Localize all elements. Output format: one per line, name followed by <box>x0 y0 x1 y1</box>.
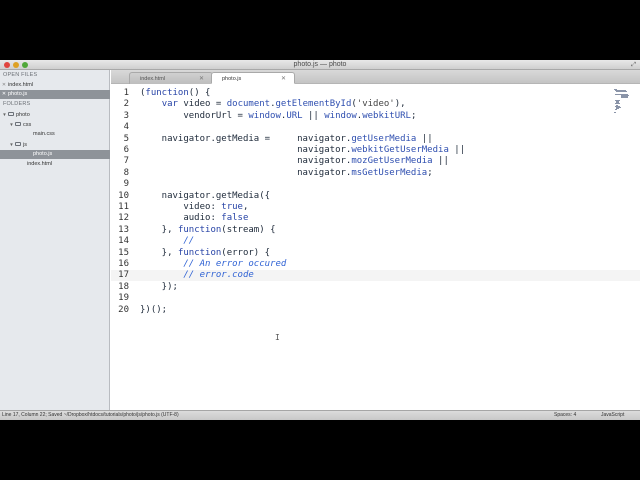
code-line[interactable]: }, function(stream) { <box>140 225 276 236</box>
minimap-line <box>615 109 617 111</box>
tab-bar: index.html ✕ photo.js ✕ <box>111 70 640 84</box>
tab-close-icon[interactable]: ✕ <box>199 73 204 85</box>
open-file-index-html[interactable]: ✕ index.html <box>0 81 110 90</box>
status-bar: Line 17, Column 22; Saved ~/Dropbox/htdo… <box>0 410 640 420</box>
code-line[interactable]: video: true, <box>140 202 248 213</box>
tree-file-photo-js[interactable]: photo.js <box>0 150 110 159</box>
line-number: 5 <box>123 133 129 144</box>
minimap-line <box>621 97 628 99</box>
line-number: 2 <box>123 99 129 110</box>
title-bar: photo.js — photo ⤢ <box>0 60 640 70</box>
tree-item-label: main.css <box>33 131 55 137</box>
tree-file-index-html[interactable]: index.html <box>0 160 110 169</box>
editor-window: photo.js — photo ⤢ OPEN FILES ✕ index.htm… <box>0 60 640 420</box>
line-number: 18 <box>118 281 129 292</box>
line-number: 3 <box>123 110 129 121</box>
open-file-label: index.html <box>8 82 34 88</box>
sidebar: OPEN FILES ✕ index.html ✕ photo.js FOLDERS… <box>0 70 110 410</box>
code-line[interactable]: }, function(error) { <box>140 248 270 259</box>
line-number: 16 <box>118 259 129 269</box>
line-number: 11 <box>118 202 129 212</box>
tree-file-main-css[interactable]: main.css <box>0 130 110 139</box>
tree-item-label: js <box>23 142 27 148</box>
close-file-icon[interactable]: ✕ <box>0 81 8 90</box>
code-line[interactable]: })(); <box>140 305 167 316</box>
tree-folder-js[interactable]: ▼ js <box>0 140 110 149</box>
tree-folder-photo[interactable]: ▼ photo <box>0 110 110 119</box>
code-line[interactable]: // error.code <box>140 270 253 281</box>
folder-icon <box>15 142 21 146</box>
line-number: 9 <box>123 179 129 190</box>
disclosure-triangle-icon[interactable]: ▼ <box>8 120 15 129</box>
line-number: 1 <box>123 88 129 98</box>
open-file-photo-js[interactable]: ✕ photo.js <box>0 90 110 99</box>
code-line[interactable]: }); <box>140 282 178 293</box>
line-number: 13 <box>118 224 129 235</box>
code-line[interactable]: var video = document.getElementById('vid… <box>140 99 406 110</box>
line-number: 19 <box>118 293 129 304</box>
open-file-label: photo.js <box>8 91 28 97</box>
minimap-line <box>614 111 616 113</box>
open-files-header: OPEN FILES <box>3 72 38 78</box>
code-line[interactable]: // <box>140 236 194 247</box>
tree-item-label: photo <box>16 112 30 118</box>
tab-label: photo.js <box>222 76 242 82</box>
tree-item-label: css <box>23 122 32 128</box>
code-line[interactable]: // An error occured <box>140 259 286 270</box>
tree-item-label: photo.js <box>33 151 53 157</box>
text-cursor-icon: I <box>275 333 280 342</box>
line-number: 8 <box>123 167 129 178</box>
status-message: Line 17, Column 22; Saved ~/Dropbox/htdo… <box>2 412 179 418</box>
line-number: 17 <box>118 270 129 281</box>
line-number: 15 <box>118 247 129 258</box>
line-number: 7 <box>123 156 129 167</box>
line-number: 6 <box>123 145 129 155</box>
fullscreen-icon[interactable]: ⤢ <box>631 62 636 68</box>
code-line[interactable]: navigator.getMedia = navigator.getUserMe… <box>140 134 433 145</box>
code-line[interactable]: navigator.mozGetUserMedia || <box>140 156 449 167</box>
indentation-selector[interactable]: Spaces: 4 <box>554 411 576 420</box>
disclosure-triangle-icon[interactable]: ▼ <box>1 110 8 119</box>
code-editor[interactable]: 1 2 3 4 5 6 7 8 9 10 11 12 13 14 15 16 17 18 19 20 (functio… <box>111 85 640 410</box>
minimap[interactable] <box>614 89 629 113</box>
line-number: 14 <box>118 236 129 247</box>
code-line[interactable]: navigator.msGetUserMedia; <box>140 168 432 179</box>
window-title: photo.js — photo <box>293 61 347 68</box>
line-number: 10 <box>118 190 129 201</box>
folders-header: FOLDERS <box>3 101 31 107</box>
folder-icon <box>15 122 21 126</box>
tree-item-label: index.html <box>27 161 53 167</box>
code-line[interactable]: navigator.getMedia({ <box>140 191 270 202</box>
disclosure-triangle-icon[interactable]: ▼ <box>8 140 15 149</box>
tab-close-icon[interactable]: ✕ <box>281 73 286 85</box>
syntax-selector[interactable]: JavaScript <box>601 411 624 420</box>
tab-label: index.html <box>140 76 166 82</box>
code-line[interactable]: vendorUrl = window.URL || window.webkitU… <box>140 111 416 122</box>
tab-index-html[interactable]: index.html ✕ <box>129 72 213 84</box>
line-number: 4 <box>123 122 129 133</box>
line-number: 12 <box>118 213 129 224</box>
tree-folder-css[interactable]: ▼ css <box>0 120 110 129</box>
tab-photo-js[interactable]: photo.js ✕ <box>211 72 295 84</box>
code-line[interactable]: (function() { <box>140 88 210 99</box>
minimap-line <box>616 91 627 93</box>
folder-icon <box>8 112 14 116</box>
code-line[interactable]: audio: false <box>140 213 248 224</box>
line-number: 20 <box>118 304 129 315</box>
close-file-icon[interactable]: ✕ <box>0 90 8 99</box>
code-line[interactable]: navigator.webkitGetUserMedia || <box>140 145 465 156</box>
